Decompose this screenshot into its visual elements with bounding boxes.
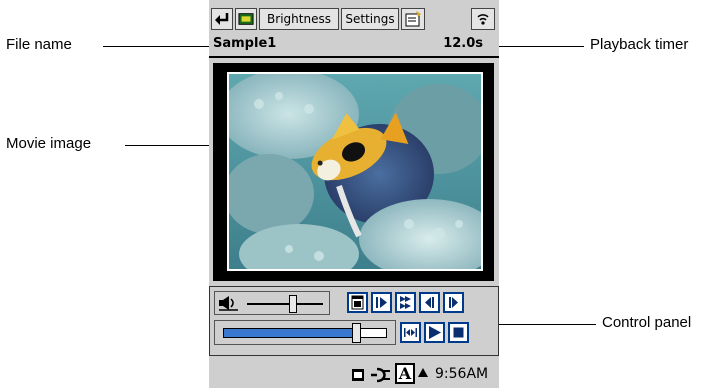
callout-control-panel: Control panel	[602, 314, 692, 331]
input-panel-arrow-icon[interactable]	[417, 367, 429, 379]
movie-frame	[213, 63, 494, 281]
back-button[interactable]	[211, 8, 233, 30]
frame-back-icon	[425, 297, 434, 308]
callout-file-name: File name	[6, 36, 72, 53]
file-name: Sample1	[213, 36, 277, 51]
volume-group	[214, 291, 330, 315]
help-button[interactable]	[471, 8, 495, 30]
callout-playback-timer: Playback timer	[590, 36, 689, 53]
film-icon	[238, 13, 254, 25]
header-row: Sample1 12.0s	[209, 33, 499, 55]
stop-icon	[453, 327, 464, 338]
slow-play-button[interactable]	[371, 292, 392, 313]
frame-forward-icon	[449, 297, 458, 308]
callout-leader-file-name	[103, 46, 212, 47]
speaker-icon	[219, 296, 238, 311]
seek-progress-fill	[224, 329, 357, 337]
properties-button[interactable]	[401, 8, 425, 30]
fast-play-button[interactable]	[395, 292, 416, 313]
movie-file-button[interactable]	[235, 8, 257, 30]
power-plug-icon	[371, 367, 390, 383]
playback-timer: 12.0s	[443, 36, 483, 51]
stop-button[interactable]	[448, 322, 469, 343]
frame-back-button[interactable]	[419, 292, 440, 313]
toolbar: Brightness Settings	[209, 0, 499, 33]
repeat-icon	[404, 328, 417, 337]
frame-forward-button[interactable]	[443, 292, 464, 313]
cf-card-icon	[352, 369, 364, 381]
clock: 9:56AM	[435, 366, 489, 382]
movie-image	[227, 72, 483, 271]
settings-button[interactable]: Settings	[341, 8, 399, 30]
properties-icon	[405, 11, 421, 27]
return-arrow-icon	[215, 13, 229, 25]
signal-icon	[477, 14, 489, 25]
seek-group	[214, 320, 396, 345]
input-mode-indicator[interactable]: A	[395, 363, 415, 384]
volume-track	[247, 303, 323, 305]
brightness-button[interactable]: Brightness	[259, 8, 339, 30]
play-icon	[429, 326, 441, 339]
seek-slider-thumb[interactable]	[351, 323, 361, 343]
play-small-icon	[376, 297, 387, 308]
fast-play-icon	[400, 296, 411, 309]
device-screen: Brightness Settings Sample1 12.0s A 9:56…	[209, 0, 499, 388]
seek-track[interactable]	[223, 328, 387, 338]
film-clip-button[interactable]	[347, 292, 368, 313]
volume-slider-thumb[interactable]	[288, 295, 297, 313]
play-button[interactable]	[424, 322, 445, 343]
repeat-button[interactable]	[400, 322, 421, 343]
divider	[209, 56, 499, 58]
status-bar: A 9:56AM	[209, 360, 499, 388]
clip-icon	[351, 295, 364, 310]
callout-movie-image: Movie image	[6, 135, 92, 152]
control-panel	[209, 286, 499, 356]
callout-leader-control-panel	[499, 324, 596, 325]
